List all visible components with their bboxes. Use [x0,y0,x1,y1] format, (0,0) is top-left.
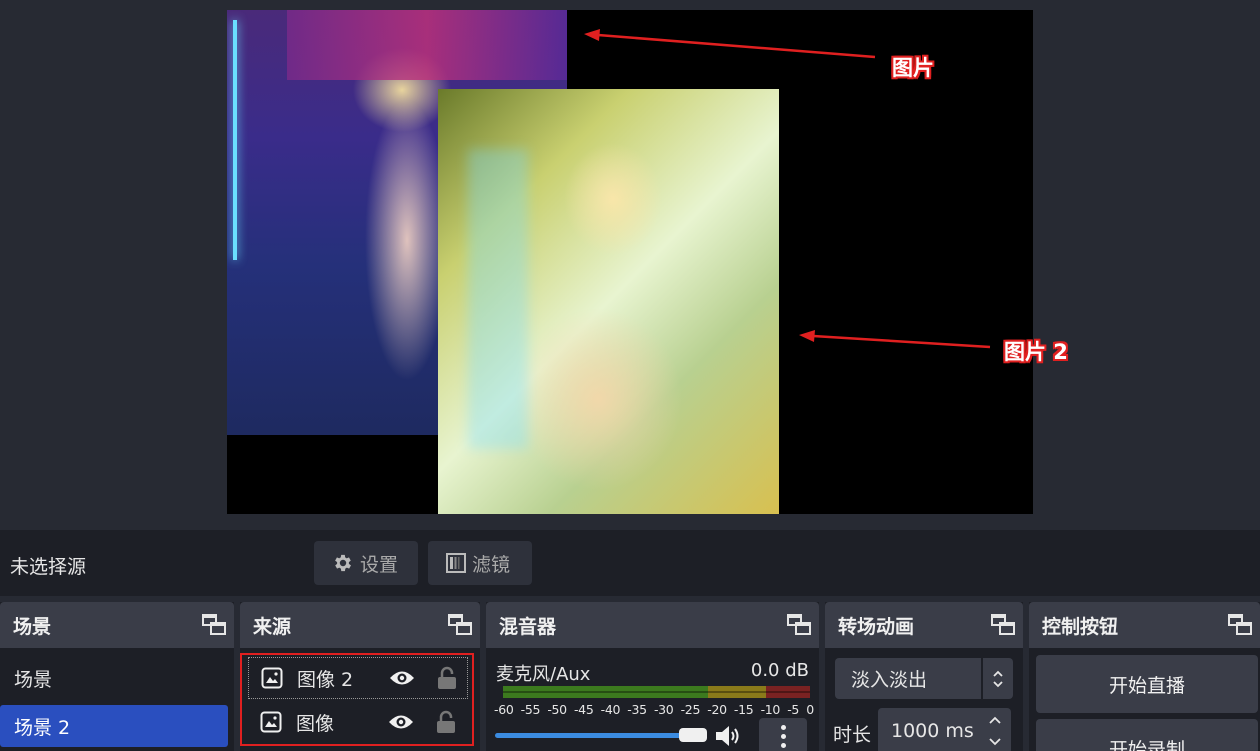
scenes-dock: 场景 场景 场景 2 [0,602,234,751]
transition-select-arrows[interactable] [983,658,1013,699]
no-source-selected-label: 未选择源 [10,556,87,578]
filter-icon [446,553,466,573]
audio-channel-db: 0.0 dB [750,660,809,681]
transitions-title: 转场动画 [838,615,915,638]
annotation-label-image-2: 图片 2 [1004,340,1068,364]
duration-value: 1000 ms [891,720,974,742]
gear-icon [335,554,351,572]
duration-input[interactable]: 1000 ms [878,708,1011,751]
visibility-eye-icon[interactable] [389,669,415,687]
scene-item[interactable]: 场景 [0,657,228,699]
scenes-title: 场景 [13,615,52,638]
sources-list: 图像 2 图像 [240,653,474,746]
transition-select[interactable]: 淡入淡出 [835,658,981,699]
source-item[interactable]: 图像 [248,701,468,743]
controls-title: 控制按钮 [1042,615,1119,638]
preview-area: 图片 图片 2 [0,0,1260,528]
settings-label: 设置 [360,553,399,576]
audio-channel-name: 麦克风/Aux [496,664,591,685]
meter-tick: -55 [520,702,541,717]
undock-icon[interactable] [1228,614,1252,636]
meter-tick: -50 [547,702,567,717]
spinner-icon[interactable] [987,714,1003,748]
meter-tick: -45 [573,702,594,717]
mixer-title: 混音器 [499,615,557,638]
source-item[interactable]: 图像 2 [248,657,468,699]
meter-tick: -30 [653,702,674,717]
meter-tick: -15 [733,702,754,717]
sources-dock: 来源 图像 2 图像 [240,602,480,751]
lock-icon[interactable] [436,710,456,734]
mixer-dock-header: 混音器 [486,602,819,648]
scene-item-selected[interactable]: 场景 2 [0,705,228,747]
speaker-icon[interactable] [714,723,742,749]
duration-label: 时长 [833,724,872,746]
image-icon [261,667,283,689]
sources-dock-header: 来源 [240,602,480,648]
filters-button[interactable]: 滤镜 [428,541,532,585]
meter-tick: -60 [494,702,514,717]
meter-ticks: -60 -55 -50 -45 -40 -35 -30 -25 -20 -15 … [494,702,814,717]
meter-tick: -35 [627,702,647,717]
annotation-label-image: 图片 [892,56,934,80]
meter-tick: -40 [600,702,621,717]
meter-tick: -20 [707,702,727,717]
undock-icon[interactable] [202,614,226,636]
settings-button[interactable]: 设置 [314,541,418,585]
undock-icon[interactable] [448,614,472,636]
meter-tick: -5 [787,702,800,717]
controls-dock: 控制按钮 开始直播 开始录制 [1029,602,1260,751]
undock-icon[interactable] [991,614,1015,636]
chevron-updown-icon [993,670,1003,687]
sources-title: 来源 [253,615,292,638]
transitions-dock: 转场动画 淡入淡出 时长 1000 ms [825,602,1023,751]
image-icon [260,711,282,733]
undock-icon[interactable] [787,614,811,636]
visibility-eye-icon[interactable] [388,713,414,731]
volume-slider-track[interactable] [495,733,685,738]
filters-label: 滤镜 [472,553,511,576]
volume-slider-handle[interactable] [679,728,707,742]
scenes-dock-header: 场景 [0,602,234,648]
source-item-label: 图像 2 [297,668,354,691]
lock-icon[interactable] [437,666,457,690]
more-options-icon[interactable] [759,718,807,751]
audio-mixer-dock: 混音器 麦克风/Aux 0.0 dB -60 -55 -50 -45 -40 -… [486,602,819,751]
source-item-label: 图像 [296,712,335,735]
annotation-arrows [584,29,991,349]
transitions-dock-header: 转场动画 [825,602,1023,648]
start-recording-button[interactable]: 开始录制 [1036,719,1258,751]
start-streaming-button[interactable]: 开始直播 [1036,655,1258,713]
controls-dock-header: 控制按钮 [1029,602,1260,648]
meter-tick: 0 [806,702,814,717]
meter-tick: -25 [680,702,701,717]
meter-tick: -10 [760,702,781,717]
source-toolbar: 未选择源 设置 滤镜 [0,530,1260,596]
